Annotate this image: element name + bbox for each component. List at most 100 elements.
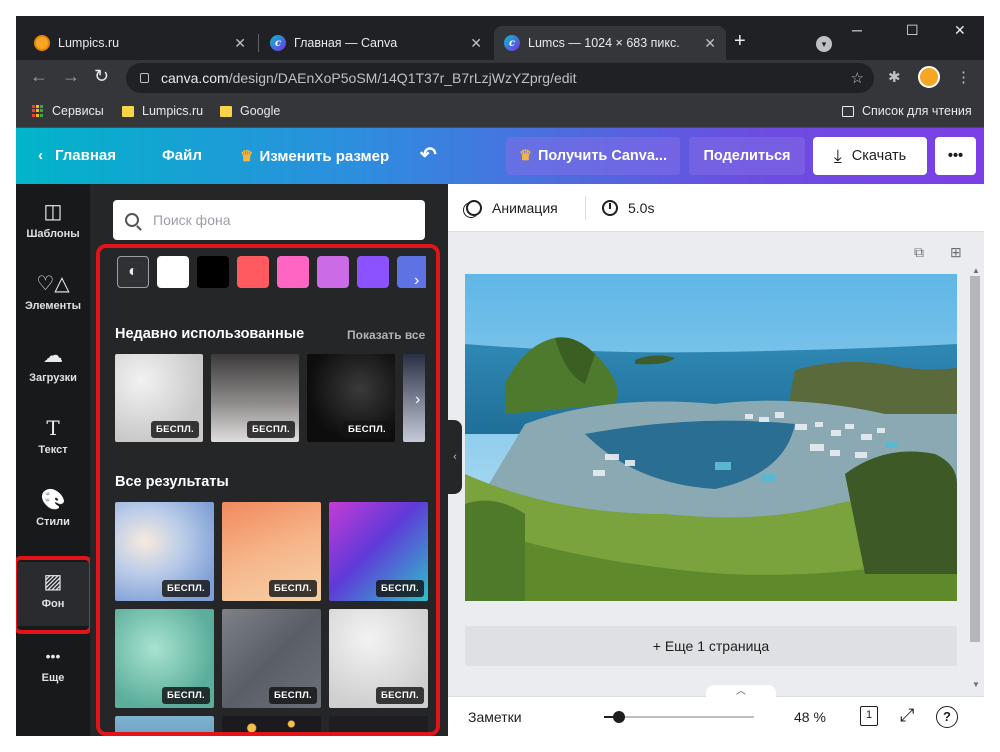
notes-button[interactable]: Заметки	[468, 709, 522, 725]
rail-label: Загрузки	[29, 372, 77, 384]
chevron-up-icon[interactable]: ︿	[706, 685, 776, 699]
canva-icon: c	[504, 35, 520, 51]
add-page-button[interactable]: + Еще 1 страница	[465, 626, 957, 666]
url-host: canva.com	[161, 70, 229, 86]
add-page-icon[interactable]: ⊞	[950, 244, 962, 261]
tab-strip: Lumpics.ru ✕ c Главная — Canva ✕ c Lumcs…	[16, 16, 984, 60]
bookmarks-bar: Сервисы Lumpics.ru Google Список для чте…	[16, 96, 984, 128]
close-window-icon[interactable]: ✕	[954, 22, 966, 39]
new-tab-button[interactable]: +	[734, 30, 746, 53]
browser-window: Lumpics.ru ✕ c Главная — Canva ✕ c Lumcs…	[16, 16, 984, 736]
styles-palette-icon: 🎨	[40, 489, 66, 511]
highlight-frame-background-tab	[16, 556, 93, 634]
extensions-puzzle-icon[interactable]: ✱	[888, 68, 901, 86]
download-button[interactable]: ⤓ Скачать	[813, 137, 927, 175]
url-path: /design/DAEnXoP5oSM/14Q1T37r_B7rLzjWzYZp…	[228, 70, 577, 86]
rail-item-templates[interactable]: ◫ Шаблоны	[16, 192, 90, 256]
crown-icon: ♛	[240, 148, 254, 165]
design-canvas-image[interactable]	[465, 274, 957, 601]
close-icon[interactable]: ✕	[234, 35, 246, 52]
chevron-left-icon: ‹	[38, 147, 43, 164]
tab-title: Lumcs — 1024 × 683 пикс.	[528, 36, 680, 50]
templates-icon: ◫	[43, 201, 63, 223]
apps-grid-icon	[32, 105, 44, 117]
home-label: Главная	[55, 147, 117, 164]
reading-list-icon	[842, 105, 854, 117]
bookmark-star-icon[interactable]: ☆	[851, 69, 864, 87]
rail-label: Элементы	[24, 300, 82, 312]
tab-canva-design[interactable]: c Lumcs — 1024 × 683 пикс. ✕	[494, 26, 726, 60]
scroll-down-arrow-icon[interactable]: ▼	[972, 680, 980, 689]
folder-icon	[220, 105, 232, 117]
bookmark-label: Google	[240, 104, 281, 118]
highlight-frame-background-panel	[96, 244, 440, 736]
zoom-level[interactable]: 48 %	[794, 709, 826, 725]
maximize-icon[interactable]: ☐	[906, 22, 919, 39]
address-bar[interactable]: canva.com/design/DAEnXoP5oSM/14Q1T37r_B7…	[126, 63, 874, 93]
elements-icon: ♡△	[36, 273, 70, 295]
scroll-up-arrow-icon[interactable]: ▲	[972, 266, 980, 275]
lock-icon	[140, 73, 149, 83]
background-search-input[interactable]	[153, 212, 413, 228]
timer-icon	[602, 200, 618, 216]
duration-button[interactable]: 5.0s	[602, 200, 654, 216]
close-icon[interactable]: ✕	[470, 35, 482, 52]
zoom-slider[interactable]	[604, 711, 754, 723]
rail-item-elements[interactable]: ♡△ Элементы	[16, 264, 90, 328]
bookmark-services[interactable]: Сервисы	[32, 104, 104, 118]
reload-icon[interactable]: ↻	[94, 66, 109, 87]
workspace-footer: ︿ Заметки 48 % 1 ⤢ ?	[448, 685, 984, 736]
background-panel: ◐ › Недавно использованные Показать все …	[90, 184, 448, 736]
workspace-toolbar: Анимация 5.0s	[448, 184, 984, 232]
side-rail: ◫ Шаблоны ♡△ Элементы ☁ Загрузки T Текст…	[16, 184, 93, 736]
get-pro-button[interactable]: ♛ Получить Canva...	[506, 137, 680, 175]
file-menu[interactable]: Файл	[162, 147, 202, 164]
animation-button[interactable]: Анимация	[466, 200, 558, 216]
duration-label: 5.0s	[628, 200, 655, 216]
resize-button[interactable]: ♛ Изменить размер	[240, 147, 389, 165]
collapse-panel-button[interactable]: ‹	[448, 420, 462, 494]
back-arrow-icon[interactable]: ←	[30, 66, 48, 87]
reading-list-label: Список для чтения	[862, 104, 972, 118]
lumpics-orange-icon	[34, 35, 50, 51]
profile-avatar[interactable]	[918, 66, 940, 88]
home-link[interactable]: ‹ Главная	[38, 147, 116, 164]
vertical-scroll-thumb[interactable]	[970, 276, 980, 642]
browser-menu-icon[interactable]: ⋮	[956, 68, 971, 86]
resize-label: Изменить размер	[259, 148, 390, 165]
animation-label: Анимация	[492, 200, 558, 216]
tab-canva-home[interactable]: c Главная — Canva ✕	[260, 26, 492, 60]
vertical-scrollbar[interactable]	[970, 276, 980, 686]
rail-label: Стили	[36, 516, 70, 528]
rail-label: Текст	[38, 444, 68, 456]
reading-list[interactable]: Список для чтения	[842, 104, 972, 118]
undo-icon[interactable]: ↶	[420, 142, 437, 167]
forward-arrow-icon[interactable]: →	[62, 66, 80, 87]
duplicate-page-icon[interactable]: ⧉	[914, 244, 924, 261]
background-search[interactable]	[113, 200, 425, 240]
rail-label: Шаблоны	[26, 228, 80, 240]
rail-item-more[interactable]: ••• Еще	[16, 636, 90, 700]
rail-item-styles[interactable]: 🎨 Стили	[16, 480, 90, 544]
page-count-button[interactable]: 1	[860, 706, 878, 726]
close-icon[interactable]: ✕	[704, 35, 716, 52]
more-options-button[interactable]: •••	[935, 137, 976, 175]
tab-lumpics[interactable]: Lumpics.ru ✕	[24, 26, 256, 60]
animation-icon	[466, 200, 482, 216]
bookmark-label: Сервисы	[52, 104, 104, 118]
tab-search-icon[interactable]: ▾	[816, 36, 832, 52]
fullscreen-icon[interactable]: ⤢	[900, 705, 914, 726]
bookmark-google[interactable]: Google	[220, 104, 280, 118]
help-button[interactable]: ?	[936, 706, 958, 728]
bookmark-lumpics[interactable]: Lumpics.ru	[122, 104, 203, 118]
text-icon: T	[46, 416, 60, 440]
download-icon: ⤓	[833, 145, 842, 166]
share-button[interactable]: Поделиться	[689, 137, 805, 175]
rail-item-text[interactable]: T Текст	[16, 408, 90, 472]
download-label: Скачать	[851, 148, 907, 164]
zoom-slider-knob[interactable]	[613, 711, 625, 723]
canva-header: ‹ Главная Файл ♛ Изменить размер ↶ ♛ Получи…	[16, 128, 984, 184]
crown-icon: ♛	[519, 148, 532, 164]
minimize-icon[interactable]: ─	[852, 22, 862, 38]
rail-item-uploads[interactable]: ☁ Загрузки	[16, 336, 90, 400]
